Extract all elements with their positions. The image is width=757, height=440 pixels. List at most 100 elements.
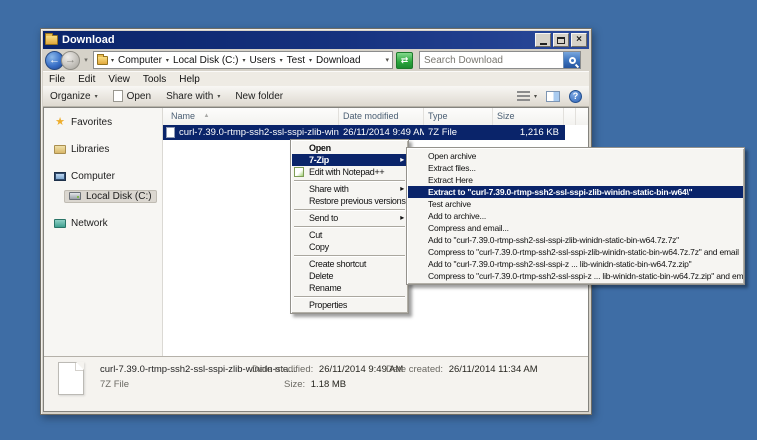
search-icon [569, 57, 576, 64]
share-with-button[interactable]: Share with ▾ [166, 91, 220, 102]
open-button[interactable]: Open [113, 90, 151, 102]
submenu-item-add-to-archive[interactable]: Add to archive... [408, 210, 743, 222]
list-view-icon [517, 91, 530, 101]
search-input[interactable] [420, 55, 563, 66]
close-icon: × [576, 35, 582, 45]
sidebar-item-libraries[interactable]: Libraries [44, 141, 162, 157]
file-preview-icon [58, 362, 84, 395]
date-created-value: 26/11/2014 11:34 AM [449, 364, 538, 375]
file-name-cell: curl-7.39.0-rtmp-ssh2-ssl-sspi-zlib-wini… [163, 127, 339, 138]
submenu-item-compress-to-zip-and-email[interactable]: Compress to "curl-7.39.0-rtmp-ssh2-ssl-s… [408, 270, 743, 282]
maximize-button[interactable] [553, 33, 569, 47]
context-menu-label: Send to [309, 213, 338, 223]
address-band: ← → ▾ ▾ Computer ▾ Local Disk (C:) ▾ Use… [43, 49, 589, 71]
menu-help[interactable]: Help [179, 74, 200, 85]
breadcrumb-users[interactable]: Users [247, 55, 279, 66]
navigation-pane: ★ Favorites Libraries Computer Local Dis… [44, 108, 163, 356]
breadcrumb-test[interactable]: Test [284, 55, 308, 66]
window-folder-icon [45, 35, 58, 45]
preview-pane-button[interactable] [546, 91, 560, 102]
submenu-item-compress-and-email[interactable]: Compress and email... [408, 222, 743, 234]
file-size-cell: 1,216 KB [493, 127, 564, 138]
size-label: Size: [284, 379, 305, 390]
help-button[interactable]: ? [569, 90, 582, 103]
context-menu-item-share-with[interactable]: Share with ▸ [292, 183, 407, 195]
organize-button[interactable]: Organize ▾ [50, 91, 98, 102]
sidebar-selection: Local Disk (C:) [64, 190, 157, 203]
chevron-down-icon: ▾ [217, 93, 220, 100]
column-header-type[interactable]: Type [424, 108, 493, 125]
date-modified-label: Date modified: [252, 364, 313, 375]
submenu-item-extract-here[interactable]: Extract Here [408, 174, 743, 186]
details-size: Size: 1.18 MB [284, 379, 346, 390]
address-bar[interactable]: ▾ Computer ▾ Local Disk (C:) ▾ Users ▾ T… [93, 51, 393, 69]
context-menu-item-create-shortcut[interactable]: Create shortcut [292, 258, 407, 270]
chevron-down-icon: ▾ [95, 93, 98, 100]
menu-separator [294, 226, 405, 227]
share-with-label: Share with [166, 91, 213, 102]
context-menu-item-rename[interactable]: Rename [292, 282, 407, 294]
submenu-item-open-archive[interactable]: Open archive [408, 150, 743, 162]
submenu-item-add-to-7z[interactable]: Add to "curl-7.39.0-rtmp-ssh2-ssl-sspi-z… [408, 234, 743, 246]
refresh-icon: ⇄ [401, 55, 409, 66]
context-menu-item-copy[interactable]: Copy [292, 241, 407, 253]
menu-file[interactable]: File [49, 74, 65, 85]
context-menu-item-properties[interactable]: Properties [292, 299, 407, 311]
details-pane: curl-7.39.0-rtmp-ssh2-ssl-sspi-zlib-wini… [44, 356, 588, 411]
new-folder-button[interactable]: New folder [235, 91, 283, 102]
context-menu-label: 7-Zip [309, 155, 329, 165]
file-date-cell: 26/11/2014 9:49 AM [339, 127, 424, 138]
column-label: Date modified [343, 111, 399, 121]
network-icon [54, 219, 66, 228]
menu-edit[interactable]: Edit [78, 74, 95, 85]
sidebar-item-local-disk-c[interactable]: Local Disk (C:) [44, 188, 162, 204]
context-menu-label: Share with [309, 184, 349, 194]
breadcrumb-download[interactable]: Download [313, 55, 363, 66]
address-history-dropdown-icon[interactable]: ▾ [385, 56, 389, 64]
close-button[interactable]: × [571, 33, 587, 47]
column-header-size[interactable]: Size [493, 108, 564, 125]
change-view-button[interactable]: ▾ [517, 91, 537, 101]
menu-separator [294, 209, 405, 210]
sidebar-label: Computer [71, 171, 115, 182]
refresh-button[interactable]: ⇄ [396, 52, 413, 69]
submenu-item-add-to-zip[interactable]: Add to "curl-7.39.0-rtmp-ssh2-ssl-sspi-z… [408, 258, 743, 270]
context-menu-item-open[interactable]: Open [292, 142, 407, 154]
menu-tools[interactable]: Tools [143, 74, 166, 85]
sidebar-item-favorites[interactable]: ★ Favorites [44, 114, 162, 130]
file-row-selected[interactable]: curl-7.39.0-rtmp-ssh2-ssl-sspi-zlib-wini… [163, 125, 565, 140]
breadcrumb-local-disk[interactable]: Local Disk (C:) [170, 55, 242, 66]
recent-pages-dropdown[interactable]: ▾ [82, 56, 90, 64]
context-menu-item-send-to[interactable]: Send to ▸ [292, 212, 407, 224]
maximize-icon [557, 37, 565, 44]
column-header-filler [564, 108, 576, 125]
sidebar-item-network[interactable]: Network [44, 215, 162, 231]
forward-button[interactable]: → [61, 51, 80, 70]
submenu-item-test-archive[interactable]: Test archive [408, 198, 743, 210]
context-menu-item-edit-with-notepadpp[interactable]: Edit with Notepad++ [292, 166, 407, 178]
column-header-name[interactable]: Name ▲ [163, 108, 339, 125]
submenu-item-compress-to-7z-and-email[interactable]: Compress to "curl-7.39.0-rtmp-ssh2-ssl-s… [408, 246, 743, 258]
menu-view[interactable]: View [108, 74, 130, 85]
column-label: Type [428, 111, 448, 121]
submenu-item-extract-to[interactable]: Extract to "curl-7.39.0-rtmp-ssh2-ssl-ss… [408, 186, 743, 198]
sidebar-item-computer[interactable]: Computer [44, 168, 162, 184]
7z-file-icon [166, 127, 175, 138]
organize-label: Organize [50, 91, 91, 102]
column-header-date-modified[interactable]: Date modified [339, 108, 424, 125]
context-menu-item-cut[interactable]: Cut [292, 229, 407, 241]
context-menu-item-7zip[interactable]: 7-Zip ▸ [292, 154, 407, 166]
file-type-cell: 7Z File [424, 127, 493, 138]
breadcrumb-computer[interactable]: Computer [115, 55, 165, 66]
context-menu-item-delete[interactable]: Delete [292, 270, 407, 282]
submenu-arrow-icon: ▸ [400, 154, 404, 166]
notepad-plus-plus-icon [294, 167, 304, 177]
context-menu-item-restore-previous-versions[interactable]: Restore previous versions [292, 195, 407, 207]
address-folder-icon [97, 56, 108, 65]
sidebar-label: Network [71, 218, 108, 229]
sidebar-label: Libraries [71, 144, 109, 155]
minimize-button[interactable] [535, 33, 551, 47]
titlebar[interactable]: Download × [43, 31, 589, 49]
search-button[interactable] [563, 52, 580, 68]
submenu-item-extract-files[interactable]: Extract files... [408, 162, 743, 174]
